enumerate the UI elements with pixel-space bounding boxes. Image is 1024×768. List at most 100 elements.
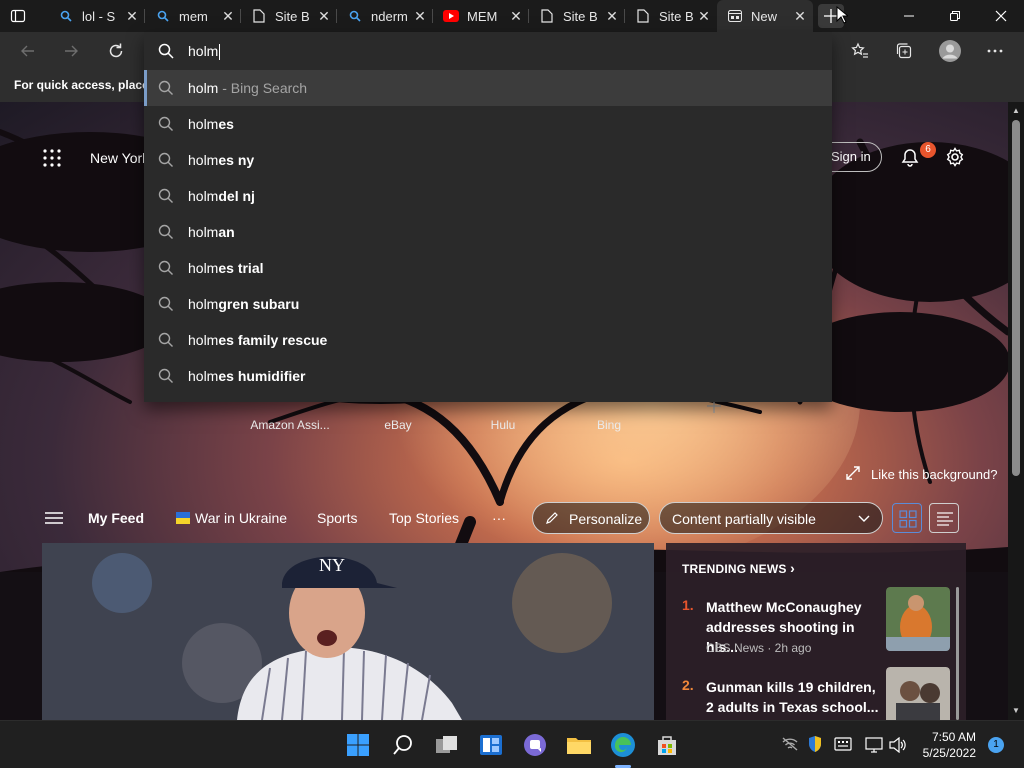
keyboard-icon[interactable] <box>834 737 852 756</box>
clock[interactable]: 7:50 AM 5/25/2022 <box>918 729 976 761</box>
feed-tab-my-feed[interactable]: My Feed <box>88 510 144 526</box>
grid-view-button[interactable] <box>892 503 922 533</box>
security-shield-icon[interactable] <box>807 735 823 758</box>
suggestion-item[interactable]: holman <box>144 214 832 250</box>
expand-icon[interactable] <box>846 466 860 480</box>
profile-button[interactable] <box>935 36 965 66</box>
notification-center-badge[interactable]: 1 <box>988 737 1004 753</box>
feed-menu-icon[interactable] <box>45 511 63 525</box>
tab-item[interactable]: lol - S ✕ <box>48 0 145 32</box>
store-button[interactable] <box>651 729 683 761</box>
quick-link[interactable]: Hulu <box>458 418 548 432</box>
clock-time: 7:50 AM <box>931 730 976 744</box>
like-background-link[interactable]: Like this background? <box>871 467 997 482</box>
feed-tab-sports[interactable]: Sports <box>317 510 357 526</box>
tab-title: Site B <box>563 8 598 24</box>
edge-button[interactable] <box>607 729 639 761</box>
monitor-network-icon[interactable] <box>865 737 883 758</box>
suggestion-item[interactable]: holm - Bing Search <box>144 70 832 106</box>
volume-icon[interactable] <box>889 736 907 758</box>
suggestion-item[interactable]: holmes trial <box>144 250 832 286</box>
suggestion-item[interactable]: holmgren subaru <box>144 286 832 322</box>
suggestion-hint: - Bing Search <box>218 80 308 96</box>
close-tab-icon[interactable]: ✕ <box>509 9 523 23</box>
suggestion-item[interactable]: holmdel nj <box>144 178 832 214</box>
tab-item-active[interactable]: New ✕ <box>717 0 813 32</box>
suggestion-text: holm - Bing Search <box>188 80 307 96</box>
close-window-button[interactable] <box>978 0 1024 32</box>
suggestion-typed: holm <box>188 188 219 204</box>
notifications-bell-icon[interactable] <box>900 148 920 168</box>
tab-item[interactable]: Site B ✕ <box>529 0 625 32</box>
network-disconnected-icon[interactable] <box>782 737 798 756</box>
suggestion-item[interactable]: holmes humidifier <box>144 358 832 394</box>
search-icon <box>158 368 173 383</box>
search-icon <box>158 43 174 59</box>
list-view-button[interactable] <box>929 503 959 533</box>
settings-and-more-button[interactable] <box>980 36 1010 66</box>
collections-button[interactable] <box>889 36 919 66</box>
address-bar[interactable]: holm <box>144 32 832 70</box>
suggestion-item[interactable]: holmes family rescue <box>144 322 832 358</box>
scrollbar-thumb[interactable] <box>1012 120 1020 476</box>
tab-item[interactable]: Site B ✕ <box>241 0 337 32</box>
content-visibility-dropdown[interactable]: Content partially visible <box>659 502 883 534</box>
personalize-label: Personalize <box>569 511 643 527</box>
page-settings-icon[interactable] <box>945 147 965 167</box>
file-explorer-button[interactable] <box>563 729 595 761</box>
close-tab-icon[interactable]: ✕ <box>125 9 139 23</box>
trending-title-text: TRENDING NEWS <box>682 562 787 576</box>
widgets-button[interactable] <box>475 729 507 761</box>
close-tab-icon[interactable]: ✕ <box>605 9 619 23</box>
back-button[interactable] <box>13 36 43 66</box>
restore-button[interactable] <box>932 0 978 32</box>
location-weather[interactable]: New York <box>90 150 149 166</box>
avatar-icon <box>939 40 961 62</box>
teams-chat-button[interactable] <box>519 729 551 761</box>
close-tab-icon[interactable]: ✕ <box>697 9 711 23</box>
list-icon <box>937 512 953 526</box>
refresh-button[interactable] <box>101 36 131 66</box>
feed-more-icon[interactable]: ··· <box>492 510 506 526</box>
close-tab-icon[interactable]: ✕ <box>793 9 807 23</box>
quick-link[interactable]: Amazon Assi... <box>245 418 335 432</box>
yankees-logo: NY <box>319 555 345 575</box>
forward-button[interactable] <box>56 36 86 66</box>
personalize-button[interactable]: Personalize <box>532 502 650 534</box>
search-icon <box>158 260 173 275</box>
trending-scrollbar[interactable] <box>956 587 959 720</box>
taskbar-search-button[interactable] <box>387 729 419 761</box>
store-icon <box>658 736 676 755</box>
suggestion-item[interactable]: holmes ny <box>144 142 832 178</box>
address-input-value[interactable]: holm <box>188 43 221 61</box>
minimize-button[interactable] <box>886 0 932 32</box>
windows-logo-icon <box>347 734 369 756</box>
chevron-right-icon: › <box>790 560 796 576</box>
page-scrollbar[interactable]: ▲ ▼ <box>1008 102 1024 720</box>
trending-title[interactable]: TRENDING NEWS › <box>682 560 795 576</box>
close-tab-icon[interactable]: ✕ <box>221 9 235 23</box>
apps-launcher-icon[interactable] <box>43 149 61 167</box>
feed-tab-ukraine[interactable]: War in Ukraine <box>195 510 287 526</box>
tab-actions-icon[interactable] <box>10 8 26 24</box>
feed-tab-top-stories[interactable]: Top Stories <box>389 510 459 526</box>
suggestion-typed: holm <box>188 116 219 132</box>
scroll-up-icon[interactable]: ▲ <box>1012 106 1020 115</box>
quick-link[interactable]: Bing <box>564 418 654 432</box>
close-tab-icon[interactable]: ✕ <box>317 9 331 23</box>
grid-icon <box>899 510 917 528</box>
close-tab-icon[interactable]: ✕ <box>413 9 427 23</box>
scroll-down-icon[interactable]: ▼ <box>1012 706 1020 715</box>
quick-link[interactable]: eBay <box>353 418 443 432</box>
task-view-button[interactable] <box>431 729 463 761</box>
hero-image: NY <box>42 543 654 720</box>
tab-item[interactable]: MEM ✕ <box>433 0 529 32</box>
tab-item[interactable]: mem ✕ <box>145 0 241 32</box>
start-button[interactable] <box>342 729 374 761</box>
hero-news-card[interactable]: NY <box>42 543 654 720</box>
tab-item[interactable]: nderm ✕ <box>337 0 433 32</box>
minimize-icon <box>904 15 914 17</box>
suggestion-item[interactable]: holmes <box>144 106 832 142</box>
tab-item[interactable]: Site B ✕ <box>625 0 717 32</box>
favorites-button[interactable] <box>845 36 875 66</box>
